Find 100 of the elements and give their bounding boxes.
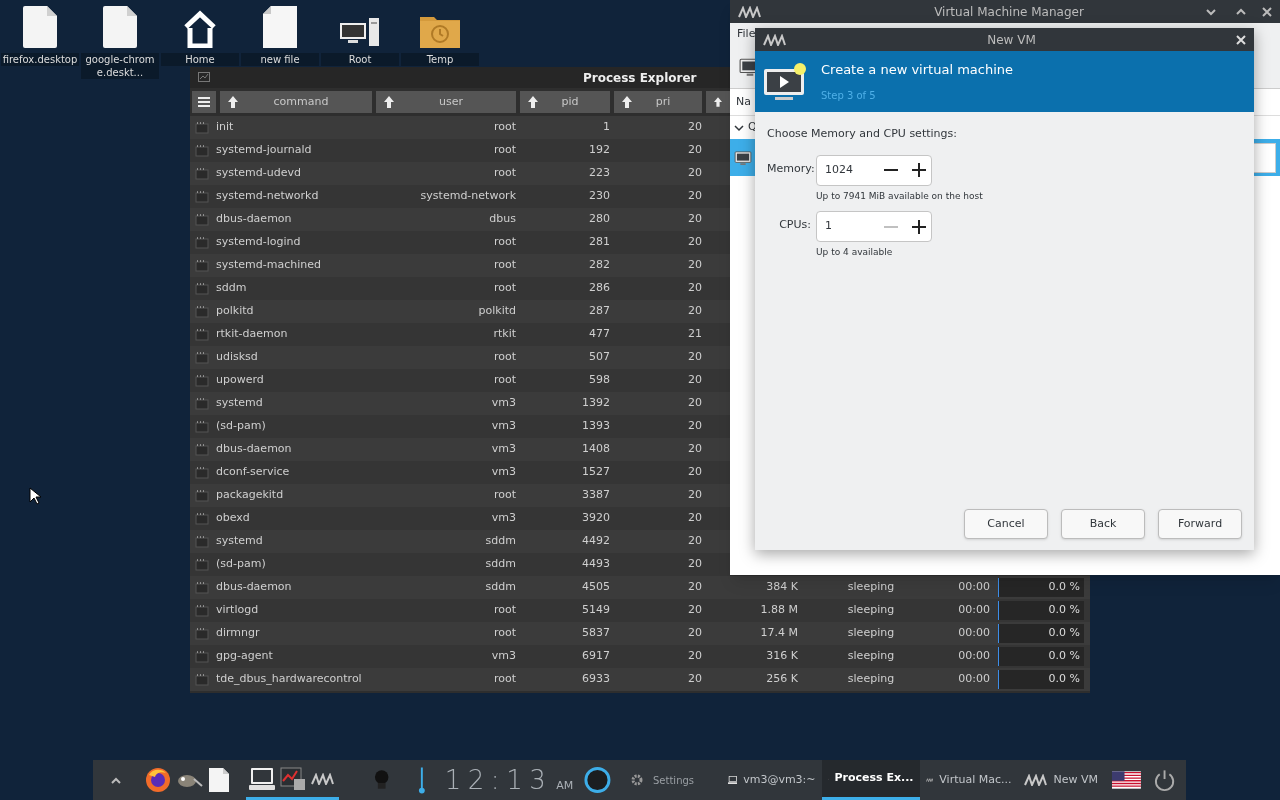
table-row[interactable]: systemd-networkd systemd-network 230 20 <box>190 185 730 208</box>
table-row[interactable]: systemd-logind root 281 20 <box>190 231 730 254</box>
column-header[interactable] <box>706 91 730 113</box>
table-row[interactable]: init root 1 20 <box>190 116 730 139</box>
dialog-button[interactable]: Forward <box>1158 509 1242 539</box>
minimize-icon[interactable] <box>1206 7 1216 16</box>
table-cell-text: 1392 <box>581 395 610 412</box>
table-cell-text: root <box>492 165 516 182</box>
table-cell-text: 4492 <box>581 533 610 550</box>
table-cell-text: 20 <box>687 441 702 458</box>
table-row[interactable]: dirmngr root 5837 20 17.4 M sleeping 00:00 0.0 % <box>190 622 1090 645</box>
table-row[interactable]: dconf-service vm3 1527 20 <box>190 461 730 484</box>
desktop-icon-label[interactable]: google-chrome.deskt... <box>81 53 159 79</box>
table-cell-text: packagekitd <box>216 487 285 504</box>
table-row[interactable]: obexd vm3 3920 20 <box>190 507 730 530</box>
close-icon[interactable] <box>1262 6 1272 17</box>
table-cell-text: vm3 <box>490 418 516 435</box>
table-cell-text: sleeping <box>846 671 896 688</box>
table-cell-text: 598 <box>588 372 610 389</box>
table-row[interactable]: (sd-pam) vm3 1393 20 <box>190 415 730 438</box>
table-row[interactable]: dbus-daemon sddm 4505 20 384 K sleeping 00:00 0.0 % <box>190 576 1090 599</box>
table-cell-text: upowerd <box>216 372 265 389</box>
table-cell-text: 1 <box>602 119 610 136</box>
process-icon <box>195 650 209 663</box>
table-cell-text: systemd <box>216 395 264 412</box>
table-cell-text: 256 K <box>765 671 798 688</box>
table-row[interactable]: gpg-agent vm3 6917 20 316 K sleeping 00:00 0.0 % <box>190 645 1090 668</box>
desktop-icon-label[interactable]: Root <box>321 53 399 66</box>
task-button[interactable]: vm3@vm3:~ <box>721 760 822 800</box>
window-title: Virtual Machine Manager <box>933 3 1085 21</box>
settings-button[interactable]: Settings <box>631 772 709 788</box>
process-icon <box>195 558 209 571</box>
task-button[interactable]: New VM <box>1017 760 1113 800</box>
process-icon <box>195 420 209 433</box>
menu-button[interactable] <box>192 91 216 113</box>
plus-icon[interactable] <box>911 218 927 235</box>
close-icon[interactable] <box>1236 34 1246 45</box>
chevron-up-icon <box>111 776 122 784</box>
process-icon <box>195 374 209 387</box>
table-cell-text: systemd-networkd <box>216 188 320 205</box>
table-row[interactable]: sddm root 286 20 <box>190 277 730 300</box>
table-cell-text: (sd-pam) <box>216 418 267 435</box>
dialog-button[interactable]: Cancel <box>964 509 1048 539</box>
circle-icon[interactable] <box>582 765 612 795</box>
table-cell-text: 00:00 <box>957 579 990 596</box>
task-button[interactable]: Virtual Mac... <box>919 760 1018 800</box>
field-hint: Up to 7941 MiB available on the host <box>816 189 983 203</box>
table-row[interactable]: udisksd root 507 20 <box>190 346 730 369</box>
table-cell-text: dirmngr <box>216 625 261 642</box>
power-icon[interactable] <box>1152 768 1176 792</box>
maximize-icon[interactable] <box>1236 7 1246 16</box>
table-row[interactable]: rtkit-daemon rtkit 477 21 <box>190 323 730 346</box>
table-cell-text: 20 <box>687 418 702 435</box>
table-cell-text: root <box>492 671 516 688</box>
table-cell-text: 4505 <box>581 579 610 596</box>
menu-item[interactable]: File <box>737 25 756 43</box>
plus-icon[interactable] <box>911 162 927 178</box>
table-cell-text: root <box>492 280 516 297</box>
table-cell-text: 5149 <box>581 602 610 619</box>
file-icon <box>23 6 57 48</box>
table-row[interactable]: virtlogd root 5149 20 1.88 M sleeping 00:00 0.0 % <box>190 599 1090 622</box>
desktop-icon-label[interactable]: new file <box>241 53 319 66</box>
gear-icon <box>631 774 643 786</box>
dialog-button[interactable]: Back <box>1061 509 1145 539</box>
spin-box[interactable]: 1 <box>816 211 932 242</box>
table-row[interactable]: dbus-daemon dbus 280 20 <box>190 208 730 231</box>
desktop-icon-label[interactable]: Home <box>161 53 239 66</box>
task-button[interactable]: Process Ex... <box>821 760 920 800</box>
table-row[interactable]: (sd-pam) sddm 4493 20 <box>190 553 730 576</box>
us-flag-icon[interactable] <box>1112 771 1142 789</box>
table-cell-text: (sd-pam) <box>216 556 267 573</box>
column-header[interactable]: pid <box>520 91 610 113</box>
desktop-icon-label[interactable]: firefox.desktop <box>1 53 79 66</box>
clock[interactable]: 12:13 AM <box>444 760 574 800</box>
process-icon <box>195 282 209 295</box>
table-row[interactable]: systemd-udevd root 223 20 <box>190 162 730 185</box>
thermometer-icon[interactable] <box>417 765 426 795</box>
table-row[interactable]: dbus-daemon vm3 1408 20 <box>190 438 730 461</box>
desktop-icon-label[interactable]: Temp <box>401 53 479 66</box>
table-cell-text: sleeping <box>846 602 896 619</box>
spin-box[interactable]: 1024 <box>816 154 932 186</box>
process-icon <box>195 305 209 318</box>
process-icon <box>195 351 209 364</box>
table-row[interactable]: packagekitd root 3387 20 <box>190 484 730 507</box>
column-header[interactable]: command <box>220 91 372 113</box>
vm-preview <box>1252 142 1276 173</box>
table-row[interactable]: polkitd polkitd 287 20 <box>190 300 730 323</box>
table-cell-text: 20 <box>687 671 702 688</box>
table-row[interactable]: upowerd root 598 20 <box>190 369 730 392</box>
table-row[interactable]: systemd-journald root 192 20 <box>190 139 730 162</box>
column-header[interactable]: Na <box>736 93 751 111</box>
cpu-reading: 0.0 % <box>1048 579 1080 596</box>
process-icon <box>195 443 209 456</box>
table-row[interactable]: systemd vm3 1392 20 <box>190 392 730 415</box>
table-row[interactable]: tde_dbus_hardwarecontrol root 6933 20 256 K sleeping 00:00 0.0 % <box>190 668 1090 691</box>
table-row[interactable]: systemd-machined root 282 20 <box>190 254 730 277</box>
table-row[interactable]: systemd sddm 4492 20 <box>190 530 730 553</box>
column-header[interactable]: pri <box>614 91 702 113</box>
table-cell-text: 00:00 <box>957 602 990 619</box>
column-header[interactable]: user <box>376 91 516 113</box>
